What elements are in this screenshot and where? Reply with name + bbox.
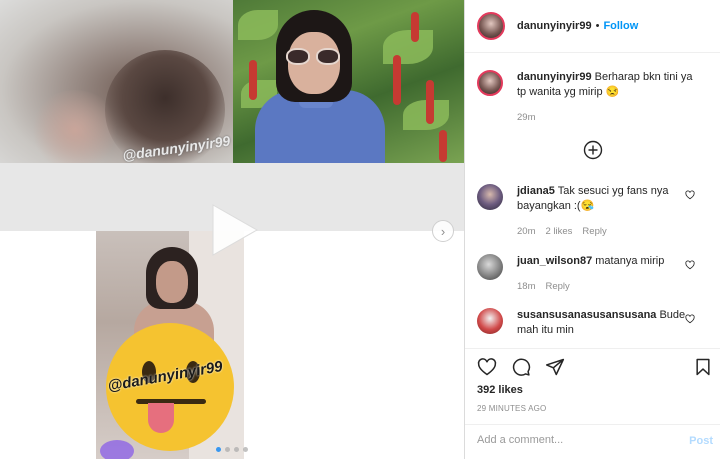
play-icon[interactable] bbox=[205, 203, 263, 257]
comment-input[interactable] bbox=[477, 434, 667, 446]
heart-icon[interactable] bbox=[685, 314, 695, 324]
list-item: susansusanasusansusana Bude mah itu min bbox=[477, 308, 713, 338]
caption-time[interactable]: 29m bbox=[517, 110, 535, 125]
bookmark-icon[interactable] bbox=[693, 357, 713, 377]
heart-icon[interactable] bbox=[685, 190, 695, 200]
avatar[interactable] bbox=[477, 184, 503, 210]
collage-image-top-right bbox=[233, 0, 464, 163]
likes-count[interactable]: 392 likes bbox=[477, 384, 523, 396]
comments-list[interactable]: danunyinyir99 Berharap bkn tini ya tp wa… bbox=[465, 54, 720, 348]
comment-username[interactable]: juan_wilson87 bbox=[517, 255, 592, 267]
add-comment-bar: Post bbox=[465, 424, 720, 459]
post-actions: 392 likes 29 MINUTES AGO Post bbox=[465, 348, 720, 459]
avatar[interactable] bbox=[477, 308, 503, 334]
reply-button[interactable]: Reply bbox=[582, 224, 606, 239]
chevron-right-icon[interactable]: › bbox=[432, 220, 454, 242]
add-circle-icon[interactable] bbox=[583, 140, 603, 160]
list-item: juan_wilson87 matanya mirip 18m Reply bbox=[477, 254, 713, 294]
list-item: jdiana5 Tak sesuci yg fans nya bayangkan… bbox=[477, 184, 713, 239]
carousel-dot bbox=[216, 447, 221, 452]
comment-likes[interactable]: 2 likes bbox=[545, 224, 572, 239]
instagram-post-window: @danunyinyir99 @danunyinyir99 › danunyin… bbox=[0, 0, 720, 459]
post-button[interactable]: Post bbox=[689, 435, 713, 447]
post-timestamp[interactable]: 29 MINUTES AGO bbox=[477, 404, 546, 413]
post-side-panel: danunyinyir99 • Follow danunyinyir99 Ber… bbox=[464, 0, 720, 459]
comment-text: matanya mirip bbox=[595, 255, 665, 267]
heart-icon[interactable] bbox=[685, 260, 695, 270]
post-header: danunyinyir99 • Follow bbox=[465, 0, 720, 53]
follow-button[interactable]: Follow bbox=[603, 20, 638, 32]
comment-username[interactable]: susansusanasusansusana bbox=[517, 309, 656, 321]
separator-dot: • bbox=[595, 20, 600, 32]
header-username[interactable]: danunyinyir99 bbox=[517, 20, 592, 32]
comment-time[interactable]: 20m bbox=[517, 224, 535, 239]
comment-icon[interactable] bbox=[511, 357, 531, 377]
post-media[interactable]: @danunyinyir99 @danunyinyir99 › bbox=[0, 0, 464, 459]
caption: danunyinyir99 Berharap bkn tini ya tp wa… bbox=[477, 70, 713, 125]
avatar[interactable] bbox=[477, 254, 503, 280]
carousel-dot bbox=[225, 447, 230, 452]
avatar[interactable] bbox=[477, 70, 503, 96]
reply-button[interactable]: Reply bbox=[545, 279, 569, 294]
comment-username[interactable]: jdiana5 bbox=[517, 185, 555, 197]
heart-icon[interactable] bbox=[477, 357, 497, 377]
avatar[interactable] bbox=[477, 12, 505, 40]
collage-image-bottom bbox=[96, 231, 244, 459]
share-icon[interactable] bbox=[545, 357, 565, 377]
comment-time[interactable]: 18m bbox=[517, 279, 535, 294]
carousel-dots bbox=[216, 447, 248, 452]
carousel-dot bbox=[234, 447, 239, 452]
caption-username[interactable]: danunyinyir99 bbox=[517, 71, 592, 83]
carousel-dot bbox=[243, 447, 248, 452]
